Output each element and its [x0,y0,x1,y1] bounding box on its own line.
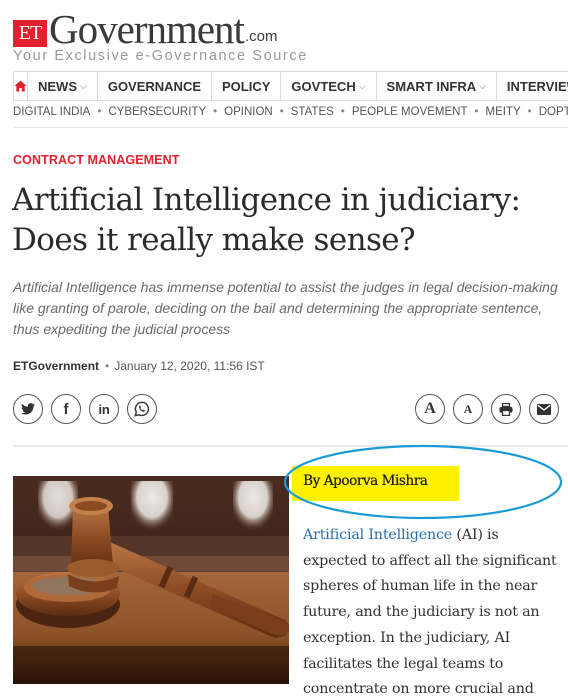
whatsapp-icon [134,401,150,417]
body-link-artificial-intelligence[interactable]: Artificial Intelligence [303,527,452,543]
subnav-cybersecurity[interactable]: CYBERSECURITY [108,106,206,118]
nav-home[interactable] [14,72,28,100]
site-logo[interactable]: ET Government .com [13,6,278,52]
separator: • [340,106,345,118]
chevron-down-icon: ⌵ [80,80,87,91]
decrease-font-icon: A [463,401,473,416]
site-tagline: Your Exclusive e-Governance Source [13,48,308,64]
logo-suffix: .com [244,28,278,45]
print-icon [499,402,513,416]
nav-policy[interactable]: POLICY [212,72,282,100]
article-author[interactable]: By Apoorva Mishra [303,473,428,489]
nav-governance[interactable]: GOVERNANCE [98,72,213,100]
logo-name: Government [49,6,245,52]
twitter-share-button[interactable] [13,394,43,424]
article-body: Artificial Intelligence (AI) is expected… [303,523,565,699]
article-tools-bar: A A [415,394,559,424]
facebook-share-button[interactable]: f [51,394,81,424]
nav-smart-infra-label: SMART INFRA [386,78,477,94]
increase-font-icon: A [424,400,436,417]
article-image [13,476,289,684]
subnav-states[interactable]: STATES [291,106,334,118]
body-text: (AI) is expected to affect all the signi… [303,527,557,698]
article-meta: ETGovernment • January 12, 2020, 11:56 IST [13,359,265,373]
print-button[interactable] [491,394,521,424]
nav-news-label: NEWS [38,78,77,94]
email-icon [537,403,551,415]
twitter-icon [21,403,35,415]
gavel-illustration [13,476,289,684]
linkedin-icon: in [98,401,110,417]
separator: • [97,106,102,118]
chevron-down-icon: ⌵ [358,80,366,91]
whatsapp-share-button[interactable] [127,394,157,424]
linkedin-share-button[interactable]: in [89,394,119,424]
social-share-bar: f in [13,394,157,424]
nav-policy-label: POLICY [222,78,271,94]
separator: • [213,106,218,118]
sub-nav: DIGITAL INDIA • CYBERSECURITY • OPINION • STAT… [13,106,568,118]
article-category[interactable]: CONTRACT MANAGEMENT [13,153,179,167]
email-button[interactable] [529,394,559,424]
article-headline: Artificial Intelligence in judiciary: Do… [12,182,521,258]
article-synopsis: Artificial Intelligence has immense pote… [13,279,558,337]
increase-font-button[interactable]: A [415,394,445,424]
nav-interview-label: INTERVIEW [506,78,568,94]
nav-news[interactable]: NEWS ⌵ [28,72,98,100]
article-date: January 12, 2020, 11:56 IST [114,359,265,373]
divider [13,445,568,447]
nav-governance-label: GOVERNANCE [107,78,202,94]
separator: • [105,359,110,373]
subnav-meity[interactable]: MEITY [486,106,521,118]
article-source[interactable]: ETGovernment [13,359,99,373]
nav-govtech[interactable]: GOVTECH ⌵ [281,72,377,100]
main-nav: NEWS ⌵ GOVERNANCE POLICY GOVTECH ⌵ SMART I… [13,71,568,101]
separator: • [527,106,532,118]
nav-smart-infra[interactable]: SMART INFRA ⌵ [377,72,497,100]
subnav-dopt[interactable]: DOPT [539,106,568,118]
logo-badge: ET [13,20,47,47]
chevron-down-icon: ⌵ [479,80,486,91]
subnav-opinion[interactable]: OPINION [224,106,273,118]
separator: • [474,106,479,118]
facebook-icon: f [63,400,69,418]
separator: • [279,106,284,118]
decrease-font-button[interactable]: A [453,394,483,424]
nav-interview[interactable]: INTERVIEW [497,72,568,100]
home-icon [14,80,27,92]
nav-govtech-label: GOVTECH [291,78,356,94]
subnav-digital-india[interactable]: DIGITAL INDIA [13,106,90,118]
divider [13,127,568,128]
subnav-people-movement[interactable]: PEOPLE MOVEMENT [352,106,468,118]
